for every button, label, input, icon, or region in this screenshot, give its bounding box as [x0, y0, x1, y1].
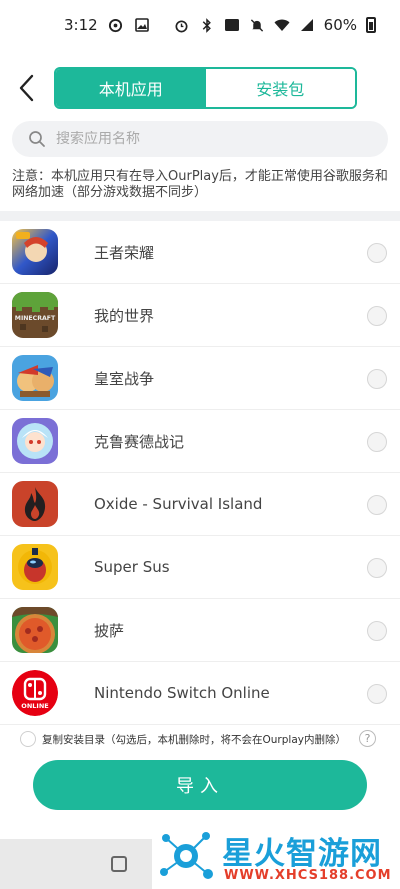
svg-text:ONLINE: ONLINE — [21, 702, 48, 710]
status-time: 3:12 — [64, 16, 98, 34]
app-select-radio[interactable] — [367, 432, 387, 452]
app-name: 披萨 — [94, 621, 125, 640]
section-divider — [0, 211, 400, 221]
app-row[interactable]: 克鲁赛德战记 — [0, 410, 400, 473]
app-row[interactable]: 皇室战争 — [0, 347, 400, 410]
mute-icon — [249, 17, 265, 33]
clash-royale-icon — [12, 355, 58, 401]
super-sus-icon — [12, 544, 58, 590]
import-button[interactable]: 导入 — [33, 760, 367, 810]
gallery-icon — [134, 17, 150, 33]
battery-icon — [366, 17, 376, 33]
app-row[interactable]: Oxide - Survival Island — [0, 473, 400, 536]
app-name: 王者荣耀 — [94, 243, 155, 262]
copy-directory-checkbox[interactable] — [20, 731, 36, 747]
back-arrow-icon — [19, 74, 34, 102]
search-icon — [29, 131, 45, 147]
honor-of-kings-icon — [12, 229, 58, 275]
app-row[interactable]: Super Sus — [0, 536, 400, 599]
minecraft-icon: MINECRAFT — [12, 292, 58, 338]
search-input[interactable] — [56, 131, 356, 147]
app-select-radio[interactable] — [367, 243, 387, 263]
app-row[interactable]: 王者荣耀 — [0, 221, 400, 284]
tab-install-packages[interactable]: 安装包 — [205, 69, 355, 107]
battery-percent: 60% — [323, 16, 357, 34]
app-name: Super Sus — [94, 558, 170, 576]
help-icon[interactable]: ? — [359, 730, 376, 747]
watermark-title: 星火智游网 — [222, 836, 382, 872]
status-bar: 3:12 60% — [0, 0, 400, 50]
app-name: Nintendo Switch Online — [94, 684, 270, 702]
app-row[interactable]: 披萨 — [0, 599, 400, 662]
app-select-radio[interactable] — [367, 495, 387, 515]
signal-icon — [299, 17, 315, 33]
app-select-radio[interactable] — [367, 369, 387, 389]
recent-apps-icon[interactable] — [111, 856, 127, 872]
tab-local-apps[interactable]: 本机应用 — [56, 69, 206, 107]
header: 本机应用 安装包 — [0, 66, 400, 110]
app-name: 我的世界 — [94, 306, 155, 325]
copy-directory-option: 复制安装目录（勾选后，本机删除时，将不会在Ourplay内删除） ? — [0, 727, 400, 751]
tab-group: 本机应用 安装包 — [54, 67, 357, 109]
watermark-url: WWW.XHCS188.COM — [224, 868, 392, 883]
app-name: Oxide - Survival Island — [94, 495, 263, 513]
app-row[interactable]: ONLINE Nintendo Switch Online — [0, 662, 400, 725]
app-select-radio[interactable] — [367, 621, 387, 641]
pizza-icon — [12, 607, 58, 653]
app-name: 皇室战争 — [94, 369, 155, 388]
sync-icon — [108, 17, 124, 33]
app-select-radio[interactable] — [367, 684, 387, 704]
volte-icon — [224, 17, 240, 33]
wifi-icon — [274, 17, 290, 33]
copy-directory-label: 复制安装目录（勾选后，本机删除时，将不会在Ourplay内删除） — [42, 733, 346, 746]
svg-text:MINECRAFT: MINECRAFT — [15, 315, 56, 322]
nintendo-switch-online-icon: ONLINE — [12, 670, 58, 716]
alarm-icon — [174, 17, 190, 33]
search-bar[interactable] — [12, 121, 388, 157]
oxide-icon — [12, 481, 58, 527]
app-select-radio[interactable] — [367, 306, 387, 326]
app-list: 王者荣耀 MINECRAFT 我的世界 皇室战争 克鲁赛德战记 Oxide - … — [0, 221, 400, 725]
app-select-radio[interactable] — [367, 558, 387, 578]
bluetooth-icon — [199, 17, 215, 33]
notice-text: 注意：本机应用只有在导入OurPlay后，才能正常使用谷歌服务和网络加速（部分游… — [12, 169, 388, 200]
crusaders-quest-icon — [12, 418, 58, 464]
app-name: 克鲁赛德战记 — [94, 432, 185, 451]
app-row[interactable]: MINECRAFT 我的世界 — [0, 284, 400, 347]
back-button[interactable] — [14, 72, 42, 104]
watermark-logo-icon — [160, 832, 213, 879]
watermark: 星火智游网 WWW.XHCS188.COM — [152, 822, 400, 889]
